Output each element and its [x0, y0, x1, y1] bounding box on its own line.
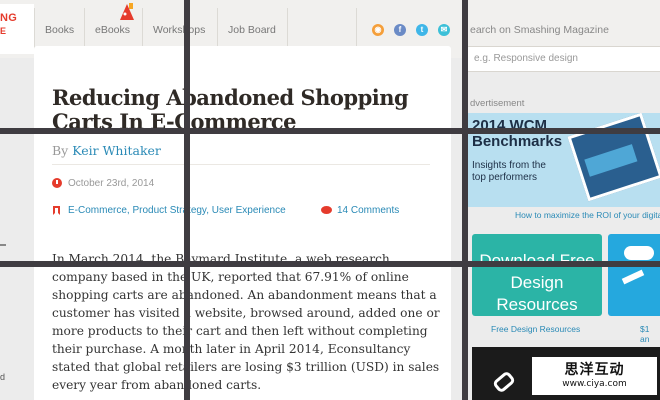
email-icon[interactable]: ✉: [438, 24, 450, 36]
logo-text-1: NG: [0, 12, 18, 24]
search-label: earch on Smashing Magazine: [470, 24, 609, 36]
ad1-caption-link[interactable]: How to maximize the ROI of your digital: [515, 210, 660, 220]
sidebar-text-fragment: d: [0, 372, 6, 382]
ad1-title: 2014 WCM Benchmarks: [472, 118, 562, 150]
ad1-sub-line1: Insights from the: [472, 160, 546, 171]
overlay-grid-line-vertical-2: [462, 0, 468, 400]
comment-icon: [321, 206, 332, 214]
nav-books[interactable]: Books: [34, 8, 84, 50]
bookmark-icon: [53, 206, 60, 215]
watermark-line1: 思洋互动: [564, 362, 625, 378]
watermark-line2: www.ciya.com: [562, 379, 627, 389]
logo[interactable]: NG E: [0, 4, 34, 54]
nav-workshops[interactable]: Workshops: [142, 8, 217, 50]
twitter-icon[interactable]: t: [416, 24, 428, 36]
nav-ebooks[interactable]: eBooks: [84, 8, 142, 50]
overlay-grid-line-horizontal-2: [0, 261, 660, 267]
ad2-line2: Design Resources: [496, 273, 578, 314]
ad3-caption-link[interactable]: $1 an: [640, 324, 660, 344]
ad1-title-line2: Benchmarks: [472, 133, 563, 150]
airplane-icon: [621, 269, 645, 285]
article-title: Reducing Abandoned Shopping Carts In E-C…: [52, 85, 409, 134]
travel-ad[interactable]: [608, 234, 660, 316]
ad1-sub-line2: top performers: [472, 172, 538, 183]
post-date: October 23rd, 2014: [68, 178, 155, 189]
category-links[interactable]: E-Commerce, Product Strategy, User Exper…: [68, 205, 286, 216]
nav-job-board[interactable]: Job Board: [217, 8, 287, 50]
overlay-grid-line-vertical-1: [184, 0, 190, 400]
advertisement-label: dvertisement: [470, 98, 525, 109]
article-card: Reducing Abandoned Shopping Carts In E-C…: [34, 46, 451, 400]
byline: By Keir Whitaker: [52, 143, 161, 158]
ad2-caption-link[interactable]: Free Design Resources: [491, 324, 580, 334]
report-book-image: [567, 113, 660, 202]
design-resources-ad[interactable]: Download Free Design Resources: [472, 234, 602, 316]
overlay-grid-line-horizontal-1: [0, 128, 660, 134]
divider: [52, 164, 430, 165]
ad1-subtitle: Insights from the top performers: [472, 160, 546, 184]
article-body: In March 2014, the Baymard Institute, a …: [52, 252, 440, 392]
clock-icon: [52, 178, 62, 188]
ad2-text: Download Free Design Resources: [472, 250, 602, 316]
cloud-icon: [624, 246, 654, 260]
squarespace-logo-icon: [491, 370, 517, 394]
nav-spacer: [287, 8, 357, 50]
watermark: 思洋互动 www.ciya.com: [532, 357, 657, 395]
byline-prefix: By: [52, 143, 69, 158]
search-input[interactable]: e.g. Responsive design: [466, 46, 660, 72]
logo-text-2: E: [0, 26, 7, 36]
rss-icon[interactable]: ◉: [372, 24, 384, 36]
comments-link[interactable]: 14 Comments: [337, 205, 399, 216]
facebook-icon[interactable]: f: [394, 24, 406, 36]
author-link[interactable]: Keir Whitaker: [72, 143, 161, 158]
sidebar-fragment: [0, 244, 6, 246]
